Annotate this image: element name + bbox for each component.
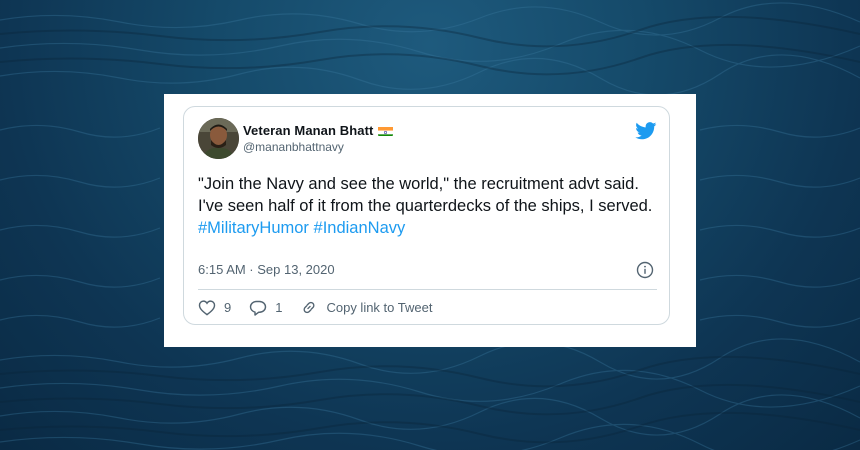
like-button[interactable]: 9 bbox=[198, 299, 231, 316]
india-flag-icon bbox=[378, 125, 394, 136]
info-icon[interactable] bbox=[636, 261, 654, 279]
reply-count: 1 bbox=[275, 300, 283, 315]
tweet-card[interactable]: Veteran Manan Bhatt @mananbhattnavy "Joi… bbox=[183, 106, 670, 325]
tweet-timestamp[interactable]: 6:15 AM · Sep 13, 2020 bbox=[198, 262, 335, 277]
tweet-frame: Veteran Manan Bhatt @mananbhattnavy "Joi… bbox=[164, 94, 696, 347]
like-count: 9 bbox=[224, 300, 232, 315]
avatar[interactable] bbox=[198, 118, 239, 159]
reply-bubble-icon bbox=[249, 299, 267, 316]
heart-icon bbox=[198, 299, 216, 316]
twitter-bird-icon[interactable] bbox=[635, 122, 657, 140]
tweet-body: "Join the Navy and see the world," the r… bbox=[198, 175, 653, 215]
copy-link-button[interactable]: Copy link to Tweet bbox=[300, 299, 432, 316]
link-icon bbox=[300, 299, 318, 316]
hashtag-military-humor[interactable]: #MilitaryHumor bbox=[198, 219, 309, 237]
copy-link-label: Copy link to Tweet bbox=[326, 300, 433, 315]
ocean-background: Veteran Manan Bhatt @mananbhattnavy "Joi… bbox=[0, 0, 860, 450]
user-handle[interactable]: @mananbhattnavy bbox=[243, 140, 344, 154]
hashtag-indian-navy[interactable]: #IndianNavy bbox=[314, 219, 406, 237]
divider bbox=[198, 289, 657, 290]
reply-button[interactable]: 1 bbox=[249, 299, 282, 316]
display-name[interactable]: Veteran Manan Bhatt bbox=[243, 123, 373, 138]
tweet-text: "Join the Navy and see the world," the r… bbox=[198, 173, 658, 239]
tweet-actions: 9 1 Copy link to Tweet bbox=[198, 299, 450, 316]
